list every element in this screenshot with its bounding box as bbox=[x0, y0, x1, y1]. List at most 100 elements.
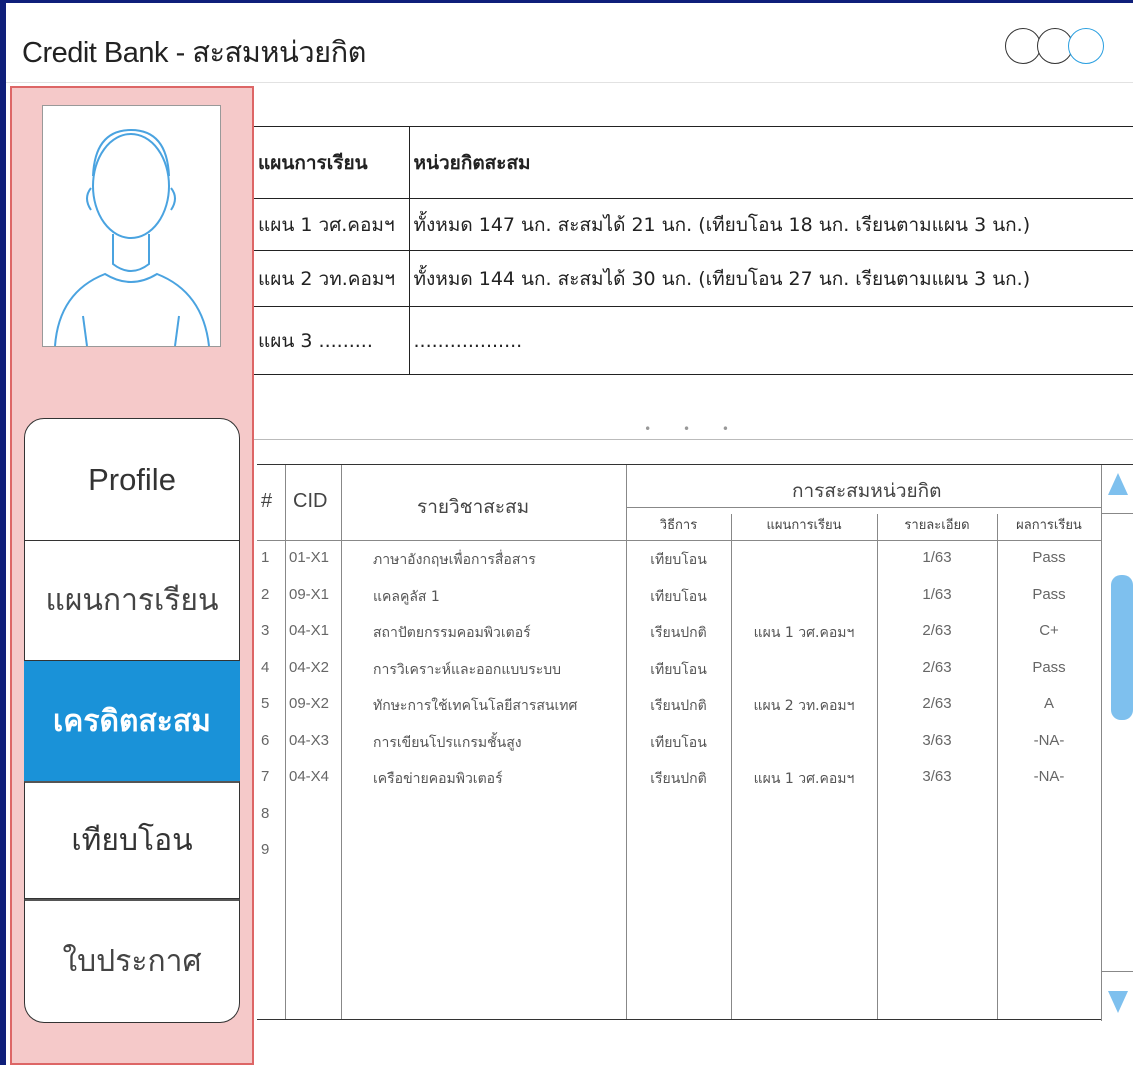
row-number: 7 bbox=[261, 768, 270, 785]
credit-cell: ทั้งหมด 147 นก. สะสมได้ 21 นก. (เทียบโอน… bbox=[408, 198, 1133, 251]
table-row[interactable]: 8 bbox=[257, 805, 1101, 829]
row-number: 9 bbox=[261, 841, 270, 858]
course-name: ทักษะการใช้เทคโนโลยีสารสนเทศ bbox=[373, 698, 578, 714]
table-row[interactable]: 7 04-X4 เครือข่ายคอมพิวเตอร์ เรียนปกติ แผน 1… bbox=[257, 768, 1101, 792]
splitter-handle-icon: • • • bbox=[644, 421, 743, 436]
table-row[interactable]: 9 bbox=[257, 841, 1101, 865]
course-id: 04-X1 bbox=[289, 622, 330, 639]
table-row[interactable]: 5 09-X2 ทักษะการใช้เทคโนโลยีสารสนเทศ เรียนป… bbox=[257, 695, 1101, 719]
term-detail: 3/63 bbox=[922, 731, 952, 749]
table-row[interactable]: แผน 3 ......... .................. bbox=[254, 306, 1133, 375]
panel-splitter[interactable]: • • • bbox=[254, 418, 1133, 440]
nav-label: ใบประกาศ bbox=[62, 944, 202, 979]
table-row[interactable]: แผน 1 วศ.คอมฯ ทั้งหมด 147 นก. สะสมได้ 21… bbox=[254, 198, 1133, 251]
grade-result: -NA- bbox=[1033, 768, 1065, 785]
credit-cell: ทั้งหมด 144 นก. สะสมได้ 30 นก. (เทียบโอน… bbox=[408, 250, 1133, 307]
nav-label: แผนการเรียน bbox=[45, 583, 219, 618]
row-number: 1 bbox=[261, 549, 270, 566]
header-divider bbox=[626, 507, 1101, 508]
vertical-scrollbar[interactable] bbox=[1101, 465, 1133, 1021]
scrollbar-divider bbox=[1102, 513, 1133, 514]
course-id: 01-X1 bbox=[289, 549, 330, 566]
grade-result: Pass bbox=[1032, 549, 1066, 566]
course-name: ภาษาอังกฤษเพื่อการสื่อสาร bbox=[373, 552, 536, 568]
nav-label: เทียบโอน bbox=[71, 823, 193, 858]
col-header-subject: รายวิชาสะสม bbox=[417, 496, 530, 518]
table-header-row: แผนการเรียน หน่วยกิตสะสม bbox=[254, 126, 1133, 199]
term-detail: 1/63 bbox=[922, 549, 952, 566]
course-id: 04-X2 bbox=[289, 658, 330, 676]
col-header-result: ผลการเรียน bbox=[1016, 518, 1082, 533]
col-header-detail: รายละเอียด bbox=[904, 518, 970, 533]
table-row[interactable]: 4 04-X2 การวิเคราะห์และออกแบบระบบ เทียบโอน 2… bbox=[257, 659, 1101, 683]
user-avatar-icon bbox=[42, 105, 221, 347]
title-bar: Credit Bank - สะสมหน่วยกิต bbox=[6, 3, 1133, 83]
row-number: 5 bbox=[261, 695, 270, 712]
credit-method: เรียนปกติ bbox=[650, 771, 707, 787]
col-header-num: # bbox=[261, 490, 273, 512]
col-header-plan: แผนการเรียน bbox=[766, 518, 842, 533]
course-name: เครือข่ายคอมพิวเตอร์ bbox=[373, 771, 503, 787]
nav-label: Profile bbox=[88, 461, 176, 497]
term-detail: 2/63 bbox=[922, 622, 952, 639]
course-name: สถาปัตยกรรมคอมพิวเตอร์ bbox=[373, 625, 531, 641]
grade-result: Pass bbox=[1032, 585, 1066, 603]
grade-result: C+ bbox=[1039, 622, 1059, 639]
sidebar-item-study-plan[interactable]: แผนการเรียน bbox=[24, 541, 240, 661]
sidebar: Profile แผนการเรียน เครดิตสะสม เทียบโอน … bbox=[10, 86, 254, 1065]
course-id: 04-X4 bbox=[289, 768, 330, 785]
col-header-method: วิธีการ bbox=[659, 518, 698, 533]
course-id: 04-X3 bbox=[289, 731, 330, 749]
plan-summary-table: แผนการเรียน หน่วยกิตสะสม แผน 1 วศ.คอมฯ ท… bbox=[254, 126, 1133, 375]
credit-method: เทียบโอน bbox=[650, 734, 707, 751]
table-row[interactable]: 1 01-X1 ภาษาอังกฤษเพื่อการสื่อสาร เทียบโอน 1… bbox=[257, 549, 1101, 573]
credit-method: เทียบโอน bbox=[650, 552, 707, 568]
plan-cell: แผน 3 ......... bbox=[254, 306, 410, 375]
col-header-group: การสะสมหน่วยกิต bbox=[792, 480, 942, 502]
app-title: Credit Bank - สะสมหน่วยกิต bbox=[22, 37, 367, 69]
row-number: 3 bbox=[261, 622, 270, 639]
grade-result: -NA- bbox=[1033, 731, 1065, 749]
sidebar-item-profile[interactable]: Profile bbox=[24, 418, 240, 541]
course-name: การเขียนโปรแกรมชั้นสูง bbox=[373, 734, 522, 751]
grade-result: Pass bbox=[1032, 658, 1066, 676]
table-row[interactable]: 6 04-X3 การเขียนโปรแกรมชั้นสูง เทียบโอน 3/63… bbox=[257, 732, 1101, 756]
table-row[interactable]: แผน 2 วท.คอมฯ ทั้งหมด 144 นก. สะสมได้ 30… bbox=[254, 250, 1133, 307]
study-plan: แผน 2 วท.คอมฯ bbox=[753, 698, 855, 714]
study-plan: แผน 1 วศ.คอมฯ bbox=[753, 771, 855, 787]
credit-method: เทียบโอน bbox=[650, 661, 707, 678]
nav-label: เครดิตสะสม bbox=[53, 703, 211, 739]
course-name: การวิเคราะห์และออกแบบระบบ bbox=[373, 661, 562, 678]
credit-cell: .................. bbox=[408, 306, 1133, 375]
scrollbar-thumb[interactable] bbox=[1111, 575, 1133, 720]
scrollbar-divider bbox=[1102, 971, 1133, 972]
term-detail: 2/63 bbox=[922, 658, 952, 676]
scroll-up-icon[interactable] bbox=[1108, 473, 1128, 495]
credit-method: เรียนปกติ bbox=[650, 698, 707, 714]
table-row[interactable]: 3 04-X1 สถาปัตยกรรมคอมพิวเตอร์ เรียนปกติ แผน… bbox=[257, 622, 1101, 646]
study-plan: แผน 1 วศ.คอมฯ bbox=[753, 625, 855, 641]
table-row[interactable]: 2 09-X1 แคลคูลัส 1 เทียบโอน 1/63 Pass bbox=[257, 586, 1101, 610]
plan-cell: แผน 2 วท.คอมฯ bbox=[254, 250, 410, 307]
sidebar-item-certificate[interactable]: ใบประกาศ bbox=[24, 899, 240, 1023]
term-detail: 1/63 bbox=[922, 585, 952, 603]
header-divider bbox=[257, 540, 1101, 541]
term-detail: 3/63 bbox=[922, 768, 952, 785]
row-number: 2 bbox=[261, 585, 270, 603]
row-number: 8 bbox=[261, 804, 270, 822]
scroll-down-icon[interactable] bbox=[1108, 991, 1128, 1013]
row-number: 4 bbox=[261, 658, 270, 676]
credit-method: เทียบโอน bbox=[650, 588, 707, 605]
credit-table: # CID รายวิชาสะสม การสะสมหน่วยกิต วิธีกา… bbox=[257, 464, 1133, 1021]
header-cell: แผนการเรียน bbox=[254, 126, 410, 199]
course-id: 09-X2 bbox=[289, 695, 330, 712]
term-detail: 2/63 bbox=[922, 695, 952, 712]
sidebar-item-accumulated-credit[interactable]: เครดิตสะสม bbox=[24, 661, 240, 781]
course-name: แคลคูลัส 1 bbox=[373, 588, 440, 605]
sidebar-nav: Profile แผนการเรียน เครดิตสะสม เทียบโอน … bbox=[24, 418, 240, 1023]
window-control-icon[interactable] bbox=[1005, 28, 1041, 64]
window-control-icon[interactable] bbox=[1068, 28, 1104, 64]
grade-result: A bbox=[1043, 695, 1054, 712]
sidebar-item-credit-transfer[interactable]: เทียบโอน bbox=[24, 781, 240, 899]
header-cell: หน่วยกิตสะสม bbox=[408, 126, 1133, 199]
